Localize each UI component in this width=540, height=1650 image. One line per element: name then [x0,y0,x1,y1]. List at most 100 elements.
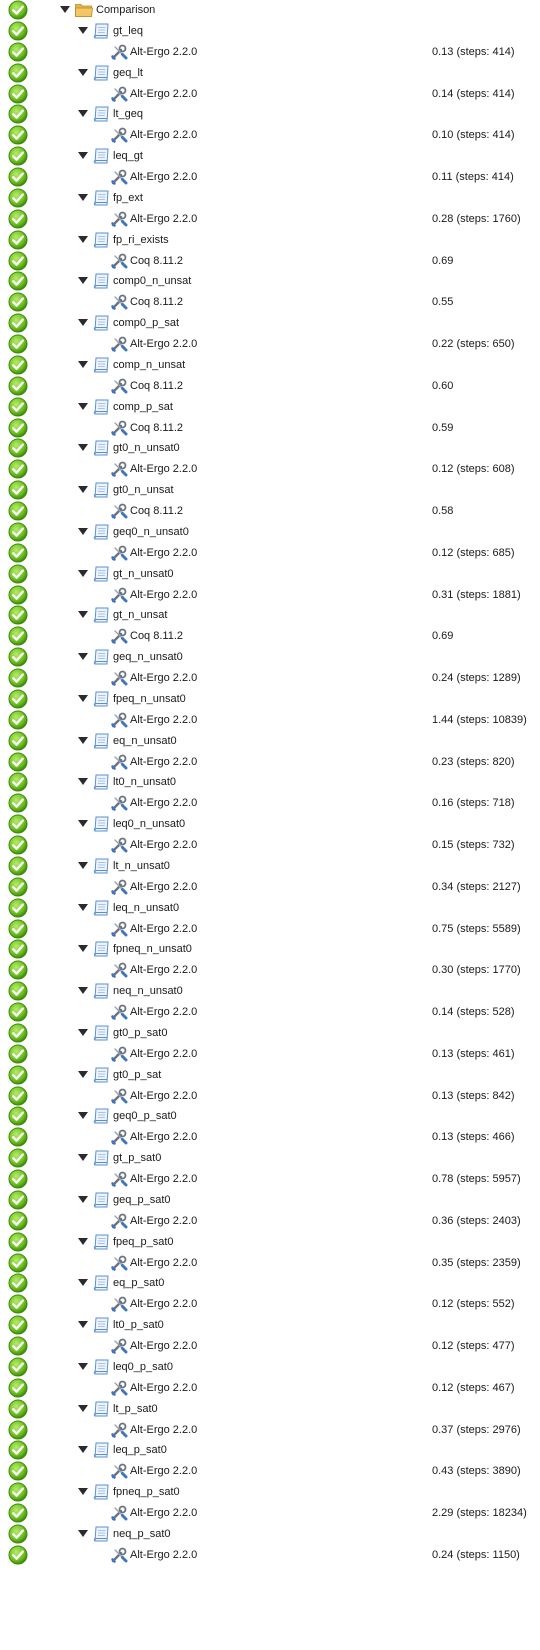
triangle-down-icon[interactable] [78,987,88,995]
tree-row-goal[interactable]: gt_leq [0,20,540,42]
triangle-down-icon[interactable] [78,1195,88,1204]
tree-row-goal[interactable]: lt0_n_unsat0 [0,771,540,793]
tree-row-prover-attempt[interactable]: Alt-Ergo 2.2.0 0.16 (steps: 718) [0,792,540,814]
triangle-down-icon[interactable] [78,611,88,619]
tree-row-prover-attempt[interactable]: Alt-Ergo 2.2.0 0.12 (steps: 477) [0,1335,540,1357]
tree-row-goal[interactable]: gt_p_sat0 [0,1147,540,1169]
tree-row-goal[interactable]: fpneq_n_unsat0 [0,938,540,960]
tree-row-prover-attempt[interactable]: Coq 8.11.2 0.69 [0,625,540,647]
triangle-down-icon[interactable] [78,736,88,745]
tree-row-prover-attempt[interactable]: Alt-Ergo 2.2.0 0.10 (steps: 414) [0,124,540,146]
tree-row-goal[interactable]: lt_n_unsat0 [0,855,540,877]
tree-row-prover-attempt[interactable]: Alt-Ergo 2.2.0 2.29 (steps: 18234) [0,1502,540,1524]
tree-row-prover-attempt[interactable]: Alt-Ergo 2.2.0 0.23 (steps: 820) [0,751,540,773]
triangle-down-icon[interactable] [78,152,88,160]
tree-row-prover-attempt[interactable]: Alt-Ergo 2.2.0 0.12 (steps: 608) [0,458,540,480]
triangle-down-icon[interactable] [78,527,88,536]
tree-row-prover-attempt[interactable]: Alt-Ergo 2.2.0 0.13 (steps: 466) [0,1126,540,1148]
triangle-down-icon[interactable] [78,1237,88,1246]
tree-row-prover-attempt[interactable]: Alt-Ergo 2.2.0 0.43 (steps: 3890) [0,1460,540,1482]
triangle-down-icon[interactable] [78,110,88,118]
tree-row-goal[interactable]: leq0_p_sat0 [0,1356,540,1378]
tree-row-prover-attempt[interactable]: Alt-Ergo 2.2.0 0.35 (steps: 2359) [0,1252,540,1274]
tree-row-goal[interactable]: fpneq_p_sat0 [0,1481,540,1503]
tree-row-prover-attempt[interactable]: Coq 8.11.2 0.58 [0,500,540,522]
triangle-down-icon[interactable] [78,402,88,411]
tree-row-goal[interactable]: geq0_p_sat0 [0,1105,540,1127]
tree-row-theory[interactable]: Comparison [0,0,540,21]
triangle-down-icon[interactable] [78,820,88,828]
tree-row-prover-attempt[interactable]: Alt-Ergo 2.2.0 0.22 (steps: 650) [0,333,540,355]
tree-row-prover-attempt[interactable]: Alt-Ergo 2.2.0 0.13 (steps: 414) [0,41,540,63]
triangle-down-icon[interactable] [78,444,88,452]
tree-row-prover-attempt[interactable]: Coq 8.11.2 0.69 [0,250,540,272]
triangle-down-icon[interactable] [78,486,88,494]
tree-row-prover-attempt[interactable]: Alt-Ergo 2.2.0 0.14 (steps: 528) [0,1001,540,1023]
tree-row-goal[interactable]: lt0_p_sat0 [0,1314,540,1336]
tree-row-prover-attempt[interactable]: Alt-Ergo 2.2.0 0.24 (steps: 1150) [0,1544,540,1566]
tree-row-goal[interactable]: gt_n_unsat0 [0,563,540,585]
tree-row-prover-attempt[interactable]: Coq 8.11.2 0.60 [0,375,540,397]
tree-row-prover-attempt[interactable]: Alt-Ergo 2.2.0 0.15 (steps: 732) [0,834,540,856]
triangle-down-icon[interactable] [78,1362,88,1371]
tree-row-goal[interactable]: geq_lt [0,62,540,84]
tree-row-goal[interactable]: eq_n_unsat0 [0,730,540,752]
tree-row-prover-attempt[interactable]: Alt-Ergo 2.2.0 0.12 (steps: 552) [0,1293,540,1315]
tree-row-prover-attempt[interactable]: Alt-Ergo 2.2.0 0.24 (steps: 1289) [0,667,540,689]
triangle-down-icon[interactable] [78,903,88,912]
triangle-down-icon[interactable] [78,569,88,578]
triangle-down-icon[interactable] [78,694,88,703]
triangle-down-icon[interactable] [78,1154,88,1162]
tree-row-goal[interactable]: gt_n_unsat [0,604,540,626]
tree-row-goal[interactable]: geq_n_unsat0 [0,646,540,668]
tree-row-goal[interactable]: gt0_p_sat0 [0,1022,540,1044]
triangle-down-icon[interactable] [78,1404,88,1413]
triangle-down-icon[interactable] [78,26,88,35]
triangle-down-icon[interactable] [78,1529,88,1538]
tree-row-goal[interactable]: leq0_n_unsat0 [0,813,540,835]
triangle-down-icon[interactable] [60,6,70,14]
tree-row-prover-attempt[interactable]: Alt-Ergo 2.2.0 0.11 (steps: 414) [0,166,540,188]
tree-row-goal[interactable]: lt_p_sat0 [0,1398,540,1420]
triangle-down-icon[interactable] [78,1070,88,1079]
tree-row-goal[interactable]: comp0_p_sat [0,312,540,334]
tree-row-goal[interactable]: comp_p_sat [0,396,540,418]
triangle-down-icon[interactable] [78,945,88,953]
tree-row-goal[interactable]: fp_ri_exists [0,229,540,251]
triangle-down-icon[interactable] [78,193,88,202]
tree-row-prover-attempt[interactable]: Coq 8.11.2 0.59 [0,417,540,439]
tree-row-prover-attempt[interactable]: Alt-Ergo 2.2.0 0.37 (steps: 2976) [0,1419,540,1441]
tree-row-prover-attempt[interactable]: Alt-Ergo 2.2.0 0.78 (steps: 5957) [0,1168,540,1190]
tree-row-goal[interactable]: fp_ext [0,187,540,209]
triangle-down-icon[interactable] [78,68,88,77]
tree-row-prover-attempt[interactable]: Alt-Ergo 2.2.0 0.12 (steps: 685) [0,542,540,564]
tree-row-goal[interactable]: leq_gt [0,145,540,167]
triangle-down-icon[interactable] [78,778,88,786]
tree-row-goal[interactable]: comp0_n_unsat [0,270,540,292]
triangle-down-icon[interactable] [78,1028,88,1037]
tree-row-prover-attempt[interactable]: Alt-Ergo 2.2.0 0.34 (steps: 2127) [0,876,540,898]
triangle-down-icon[interactable] [78,360,88,369]
triangle-down-icon[interactable] [78,1321,88,1329]
tree-row-goal[interactable]: leq_p_sat0 [0,1439,540,1461]
tree-row-prover-attempt[interactable]: Coq 8.11.2 0.55 [0,291,540,313]
triangle-down-icon[interactable] [78,653,88,661]
tree-row-goal[interactable]: leq_n_unsat0 [0,897,540,919]
tree-row-prover-attempt[interactable]: Alt-Ergo 2.2.0 0.13 (steps: 842) [0,1085,540,1107]
triangle-down-icon[interactable] [78,1488,88,1496]
tree-row-prover-attempt[interactable]: Alt-Ergo 2.2.0 1.44 (steps: 10839) [0,709,540,731]
tree-row-prover-attempt[interactable]: Alt-Ergo 2.2.0 0.28 (steps: 1760) [0,208,540,230]
tree-row-goal[interactable]: neq_p_sat0 [0,1523,540,1545]
tree-row-prover-attempt[interactable]: Alt-Ergo 2.2.0 0.13 (steps: 461) [0,1043,540,1065]
tree-row-prover-attempt[interactable]: Alt-Ergo 2.2.0 0.12 (steps: 467) [0,1377,540,1399]
tree-row-goal[interactable]: gt0_n_unsat [0,479,540,501]
tree-row-goal[interactable]: geq_p_sat0 [0,1189,540,1211]
tree-row-goal[interactable]: eq_p_sat0 [0,1272,540,1294]
triangle-down-icon[interactable] [78,861,88,870]
triangle-down-icon[interactable] [78,319,88,327]
triangle-down-icon[interactable] [78,235,88,244]
tree-row-prover-attempt[interactable]: Alt-Ergo 2.2.0 0.30 (steps: 1770) [0,959,540,981]
tree-row-prover-attempt[interactable]: Alt-Ergo 2.2.0 0.31 (steps: 1881) [0,584,540,606]
tree-row-goal[interactable]: gt0_n_unsat0 [0,437,540,459]
tree-row-goal[interactable]: fpeq_n_unsat0 [0,688,540,710]
